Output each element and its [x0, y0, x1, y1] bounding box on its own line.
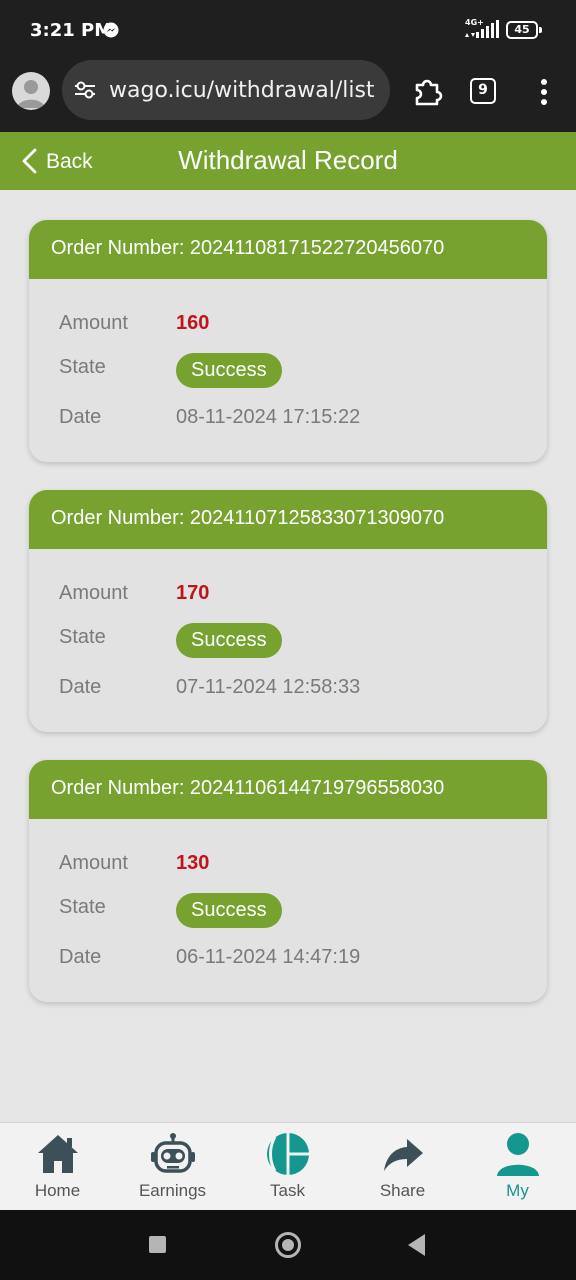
profile-avatar[interactable] [12, 72, 50, 110]
date-value: 07-11-2024 12:58:33 [176, 676, 361, 698]
nav-item-task[interactable]: Task [230, 1123, 345, 1211]
status-badge: Success [176, 893, 282, 928]
share-icon [384, 1139, 423, 1171]
system-navigation-bar [0, 1210, 576, 1280]
robot-icon [151, 1133, 195, 1173]
page-header: Back Withdrawal Record [0, 132, 576, 190]
amount-label: Amount [59, 312, 128, 334]
home-button[interactable] [275, 1232, 301, 1258]
person-icon [17, 80, 45, 108]
card-body: Amount 170 State Success Date 07-11-2024… [29, 549, 547, 732]
nav-label-home: Home [34, 1181, 81, 1200]
nav-label-my: My [506, 1181, 529, 1200]
order-number: Order Number: 20241108171522720456070 [29, 220, 547, 279]
signal-icon [465, 20, 499, 38]
status-time: 3:21 PM [30, 20, 113, 41]
nav-item-earnings[interactable]: Earnings [115, 1123, 230, 1211]
amount-value: 170 [176, 582, 210, 604]
extensions-icon[interactable] [411, 74, 445, 108]
date-label: Date [59, 676, 102, 698]
nav-label-task: Task [270, 1181, 305, 1200]
amount-value: 160 [176, 312, 210, 334]
page-title: Withdrawal Record [178, 145, 398, 175]
nav-item-my[interactable]: My [460, 1123, 575, 1211]
status-badge: Success [176, 353, 282, 388]
date-label: Date [59, 406, 102, 428]
state-label: State [59, 356, 106, 378]
amount-value: 130 [176, 852, 210, 874]
nav-item-share[interactable]: Share [345, 1123, 460, 1211]
recents-button[interactable] [149, 1236, 166, 1253]
url-text[interactable]: wago.icu/withdrawal/list [109, 78, 375, 103]
nav-label-earnings: Earnings [138, 1181, 207, 1200]
amount-label: Amount [59, 852, 128, 874]
browser-toolbar: wago.icu/withdrawal/list 9 [0, 60, 576, 132]
withdrawal-card: Order Number: 20241106144719796558030 Am… [29, 760, 547, 1002]
status-bar: 3:21 PM 4G+ 45 [0, 0, 576, 60]
order-number: Order Number: 20241106144719796558030 [29, 760, 547, 819]
amount-label: Amount [59, 582, 128, 604]
tab-switcher-button[interactable]: 9 [470, 78, 496, 104]
messenger-icon [103, 22, 119, 38]
home-icon [38, 1135, 78, 1173]
status-badge: Success [176, 623, 282, 658]
date-value: 08-11-2024 17:15:22 [176, 406, 361, 428]
overflow-menu-icon[interactable] [536, 78, 552, 106]
withdrawal-card: Order Number: 20241108171522720456070 Am… [29, 220, 547, 462]
card-body: Amount 160 State Success Date 08-11-2024… [29, 279, 547, 462]
order-number: Order Number: 20241107125833071309070 [29, 490, 547, 549]
date-value: 06-11-2024 14:47:19 [176, 946, 361, 968]
battery-icon: 45 [506, 21, 542, 39]
bottom-navigation: Home Earnings Task Share My [0, 1122, 576, 1210]
user-icon [497, 1133, 539, 1176]
withdrawal-card: Order Number: 20241107125833071309070 Am… [29, 490, 547, 732]
card-body: Amount 130 State Success Date 06-11-2024… [29, 819, 547, 1002]
date-label: Date [59, 946, 102, 968]
address-bar[interactable]: wago.icu/withdrawal/list [62, 60, 390, 120]
task-icon [267, 1133, 309, 1175]
nav-item-home[interactable]: Home [0, 1123, 115, 1211]
nav-label-share: Share [379, 1181, 426, 1200]
site-settings-icon[interactable] [74, 80, 96, 100]
back-nav-button[interactable] [408, 1234, 425, 1256]
withdrawal-list: Order Number: 20241108171522720456070 Am… [0, 190, 576, 1122]
state-label: State [59, 896, 106, 918]
state-label: State [59, 626, 106, 648]
